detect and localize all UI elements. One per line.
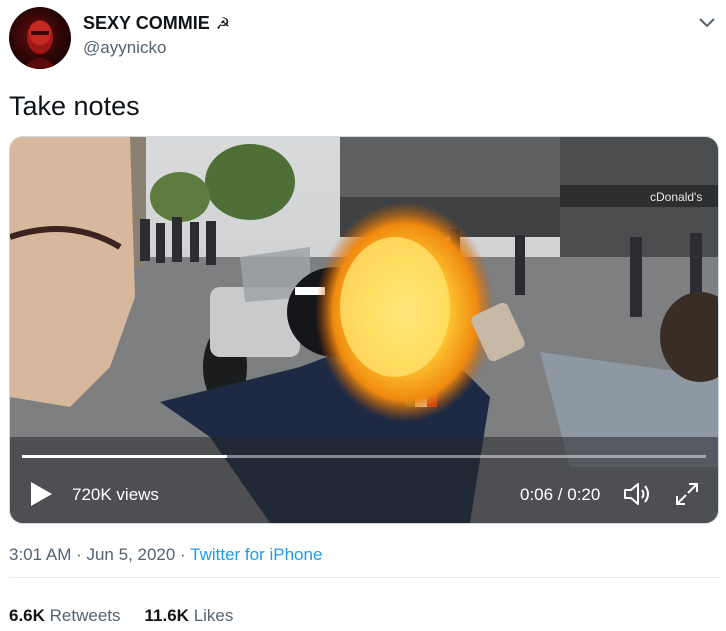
play-icon[interactable] bbox=[28, 480, 54, 508]
tweet-text: Take notes bbox=[9, 91, 140, 121]
tweet-meta: 3:01 AM · Jun 5, 2020 · Twitter for iPho… bbox=[9, 545, 322, 565]
avatar[interactable] bbox=[9, 7, 71, 69]
likes-label: Likes bbox=[193, 606, 234, 625]
display-name[interactable]: SEXY COMMIE ☭ bbox=[83, 13, 230, 34]
video-progress-bar[interactable] bbox=[22, 455, 706, 458]
storefront-sign: cDonald's bbox=[650, 190, 702, 204]
retweets-label: Retweets bbox=[49, 606, 121, 625]
likes-count: 11.6K bbox=[144, 606, 189, 625]
fullscreen-icon[interactable] bbox=[674, 481, 700, 507]
video-time: 0:06 / 0:20 bbox=[520, 485, 601, 504]
display-name-text: SEXY COMMIE bbox=[83, 13, 210, 33]
tweet-source-link[interactable]: Twitter for iPhone bbox=[190, 545, 322, 564]
likes-stat[interactable]: 11.6K Likes bbox=[145, 606, 234, 626]
retweets-count: 6.6K bbox=[9, 606, 45, 625]
tweet-stats: 6.6K Retweets 11.6K Likes bbox=[9, 606, 233, 626]
video-player[interactable]: cDonald's 720K views 0:06 / 0:20 bbox=[9, 136, 719, 524]
divider bbox=[9, 577, 720, 578]
video-progress-fill bbox=[22, 455, 228, 458]
tweet-timestamp[interactable]: 3:01 AM · Jun 5, 2020 · bbox=[9, 545, 190, 564]
avatar-image bbox=[23, 20, 57, 69]
video-frame: cDonald's bbox=[10, 137, 718, 523]
video-view-count: 720K views bbox=[72, 485, 159, 504]
user-handle[interactable]: @ayynicko bbox=[83, 38, 166, 58]
volume-icon[interactable] bbox=[622, 481, 652, 507]
hammer-sickle-icon: ☭ bbox=[215, 15, 231, 33]
retweets-stat[interactable]: 6.6K Retweets bbox=[9, 606, 121, 626]
chevron-down-icon[interactable] bbox=[696, 12, 718, 34]
